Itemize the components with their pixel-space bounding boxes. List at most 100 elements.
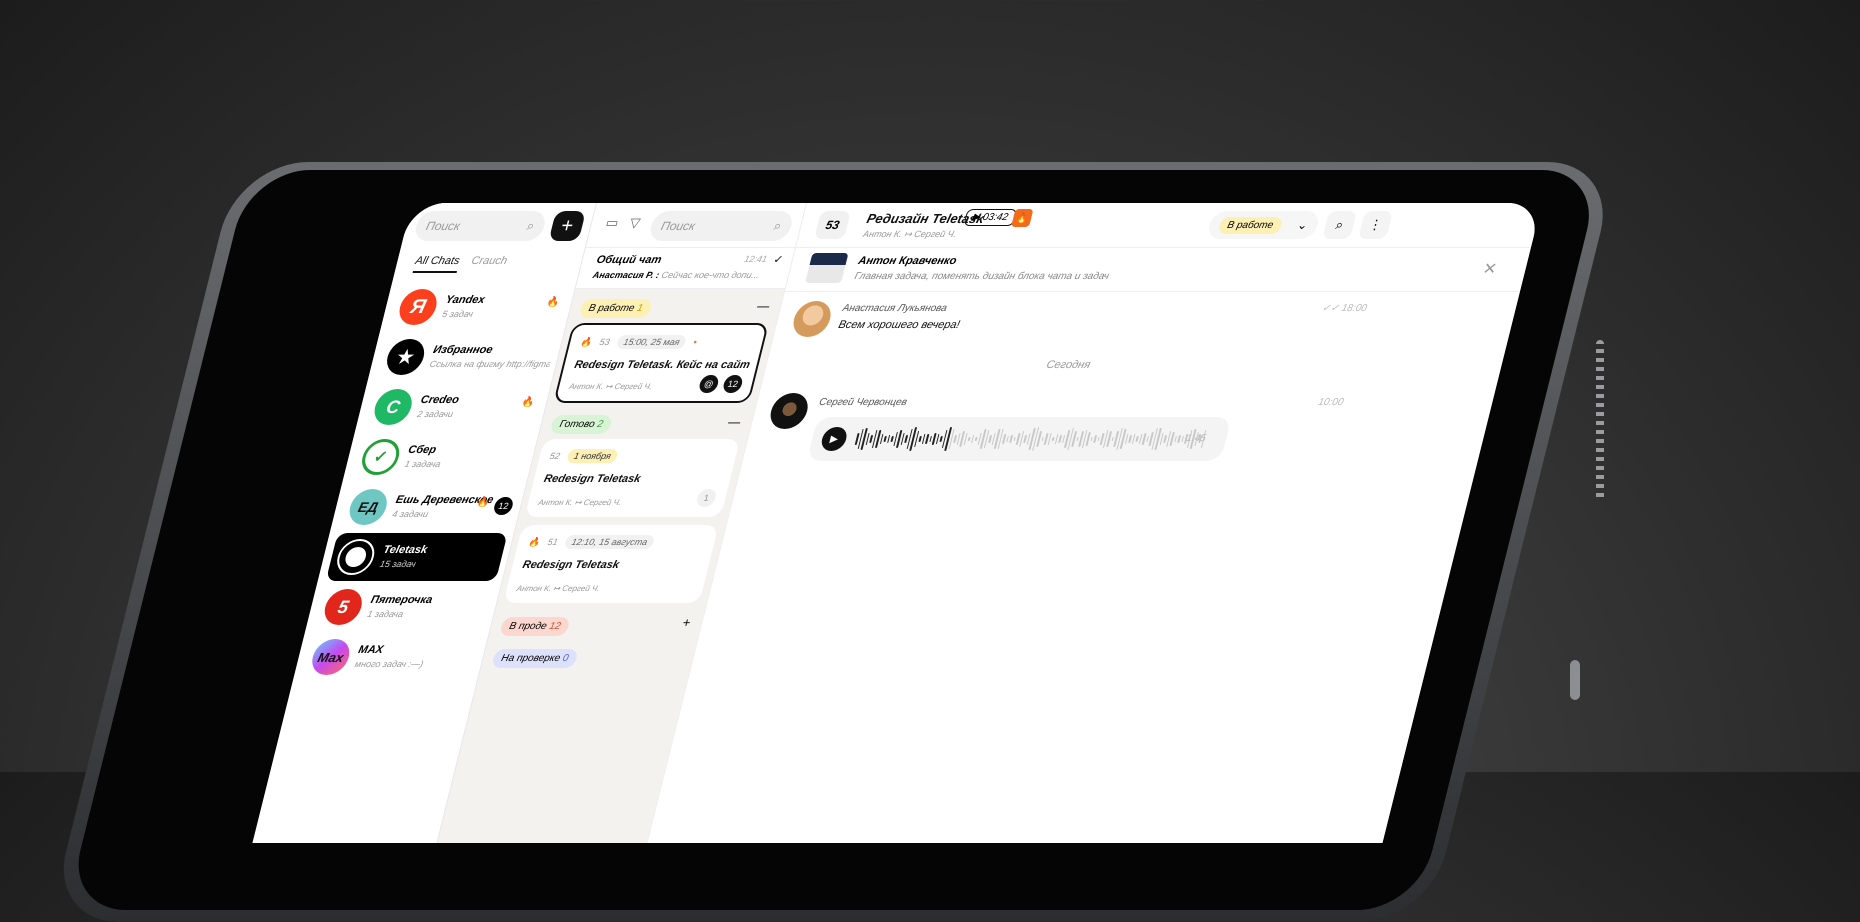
search-icon: ⌕ xyxy=(525,218,537,233)
archive-icon[interactable]: ▭ xyxy=(604,215,620,231)
message-author: Сергей Червонцев xyxy=(817,397,909,408)
chat-name: Сбер xyxy=(406,444,438,456)
check-icon: ✓ xyxy=(772,254,785,266)
task-card[interactable]: 🔥 51 12:10, 15 августа Redesign Teletask А… xyxy=(503,525,719,603)
task-card[interactable]: 52 1 ноября Redesign Teletask Антон К. ↦ … xyxy=(524,439,741,517)
more-button[interactable]: ⋮ xyxy=(1358,211,1394,239)
collapse-group-button[interactable]: — xyxy=(727,415,742,429)
chat-name: Yandex xyxy=(444,294,487,306)
group-count: 0 xyxy=(561,653,570,664)
chat-search-placeholder: Поиск xyxy=(424,219,462,233)
message-time: 10:00 xyxy=(1316,397,1345,408)
pinned-text: Главная задача, поменять дизайн блока ча… xyxy=(853,271,1111,282)
mention-badge: @ xyxy=(697,375,721,393)
chat-name: Избранное xyxy=(431,344,495,356)
group-in-prod[interactable]: В проде 12 xyxy=(499,617,571,636)
task-people: Антон К. ↦ Сергей Ч. xyxy=(537,498,623,507)
comment-count-badge: 1 xyxy=(695,489,718,507)
close-icon[interactable]: ✕ xyxy=(1481,259,1499,279)
group-in-progress[interactable]: В работе 1 xyxy=(578,299,654,318)
task-search-input[interactable]: Поиск ⌕ xyxy=(647,211,796,241)
waveform-bar xyxy=(1051,436,1055,442)
tab-crauch[interactable]: Crauch xyxy=(469,255,508,273)
task-id: 51 xyxy=(546,537,559,547)
group-label: В работе xyxy=(587,303,636,314)
chat-name: MAX xyxy=(357,644,385,656)
task-card[interactable]: 🔥 53 15:00, 25 мая • Redesign Teletask. Кей… xyxy=(553,323,770,403)
yandex-logo-icon: Я xyxy=(395,289,441,325)
waveform-bar xyxy=(1141,432,1147,446)
waveform-bar xyxy=(953,435,957,443)
chat-item-sber[interactable]: ✓ Сбер 1 задача xyxy=(351,433,533,481)
fire-icon: 🔥 xyxy=(520,397,536,408)
chat-item-favorites[interactable]: ★ Избранное Ссылка на фигму http://figma.… xyxy=(376,333,558,381)
waveform-bar xyxy=(1041,436,1044,442)
chat-subtitle: 2 задачи xyxy=(416,409,455,419)
chat-tabs: All Chats Crauch xyxy=(412,255,509,273)
chat-item-yandex[interactable]: Я Yandex 5 задач 🔥 xyxy=(388,283,570,331)
waveform-bar xyxy=(1009,434,1013,444)
waveform-bar xyxy=(970,434,975,444)
group-done[interactable]: Готово 2 xyxy=(549,415,614,434)
task-deadline: 12:10, 15 августа xyxy=(563,535,656,549)
collapse-group-button[interactable]: — xyxy=(756,299,771,313)
chat-search-input[interactable]: Поиск ⌕ xyxy=(412,211,549,241)
task-id: 53 xyxy=(598,337,611,347)
waveform-bar xyxy=(890,436,894,442)
group-count: 2 xyxy=(595,419,605,430)
max-logo-icon: Max xyxy=(308,639,354,675)
chat-item-esh-derevenskoe[interactable]: ЕД Ешь Деревенское 4 задачи 🔥 12 xyxy=(338,483,520,531)
general-chat-preview: Сейчас кое-что допи... xyxy=(660,270,761,280)
group-label: В проде xyxy=(508,621,548,632)
waveform[interactable] xyxy=(853,425,1208,453)
timer-value: 03:42 xyxy=(981,212,1010,223)
waveform-bar xyxy=(904,435,908,443)
avatar xyxy=(766,393,812,429)
group-label: На проверке xyxy=(500,653,562,664)
chat-item-pyaterochka[interactable]: 5 Пятерочка 1 задача xyxy=(313,583,495,631)
tab-all-chats[interactable]: All Chats xyxy=(412,255,462,273)
voice-duration: 1:45 xyxy=(1184,433,1208,444)
play-button[interactable]: ▶ xyxy=(819,427,850,451)
unread-badge: 12 xyxy=(492,497,515,515)
status-select[interactable]: В работе ⌄ xyxy=(1206,211,1322,239)
group-label: Готово xyxy=(558,419,596,430)
general-chat-row[interactable]: Общий чат 12:41 ✓ Анастасия Р. : Сейчас … xyxy=(575,247,797,289)
group-count: 1 xyxy=(635,303,645,314)
chat-item-teletask[interactable]: Teletask 15 задач xyxy=(325,533,508,581)
fire-icon: 🔥 xyxy=(545,297,561,308)
chat-subtitle: 5 задач xyxy=(441,309,475,319)
pinned-message[interactable]: Антон Кравченко Главная задача, поменять… xyxy=(784,247,1533,292)
group-on-review[interactable]: На проверке 0 xyxy=(491,649,579,668)
add-group-task-button[interactable]: + xyxy=(681,615,692,630)
esh-derevenskoe-logo-icon: ЕД xyxy=(345,489,391,525)
waveform-bar xyxy=(1093,435,1097,443)
search-icon: ⌕ xyxy=(1334,217,1346,232)
search-button[interactable]: ⌕ xyxy=(1322,211,1358,239)
general-chat-title: Общий чат xyxy=(595,254,663,266)
voice-message: ▶ 1:45 xyxy=(806,417,1232,461)
waveform-bar xyxy=(939,435,943,443)
waveform-bar xyxy=(1058,434,1062,444)
chat-item-max[interactable]: Max MAX много задач :—) xyxy=(301,633,483,681)
sber-logo-icon: ✓ xyxy=(358,439,404,475)
pyaterochka-logo-icon: 5 xyxy=(320,589,366,625)
task-title: Redesign Teletask xyxy=(542,473,642,485)
chat-item-credeo[interactable]: C Credeo 2 задачи 🔥 xyxy=(363,383,545,431)
fire-icon[interactable]: 🔥 xyxy=(1011,209,1034,227)
waveform-bar xyxy=(918,436,922,442)
waveform-bar xyxy=(974,436,978,442)
general-chat-time: 12:41 xyxy=(743,254,769,264)
filter-icon[interactable]: ▽ xyxy=(628,215,642,231)
fire-icon: 🔥 xyxy=(527,536,542,547)
play-icon: ▶ xyxy=(971,212,982,223)
chat-name: Credeo xyxy=(419,394,461,406)
new-chat-button[interactable]: + xyxy=(548,211,587,241)
status-dot: • xyxy=(692,337,699,347)
avatar xyxy=(789,301,835,337)
chat-subtitle: 1 задача xyxy=(403,459,442,469)
message-text: Всем хорошего вечера! xyxy=(837,319,962,331)
waveform-bar xyxy=(1097,436,1100,442)
chat-subtitle: 4 задачи xyxy=(391,509,430,519)
timer-button[interactable]: ▶ 03:42 xyxy=(963,209,1018,226)
